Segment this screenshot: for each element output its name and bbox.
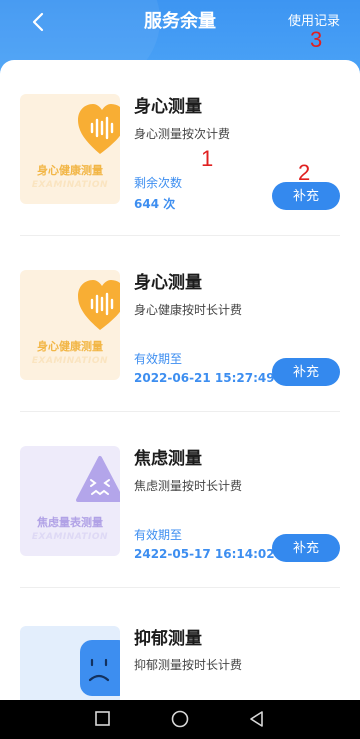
service-item: 身心健康测量 EXAMINATION 身心测量 身心健康按时长计费 有效期至 2… [0,236,360,412]
thumbnail-subtitle: EXAMINATION [31,356,109,366]
annotation-3: 3 [310,27,323,52]
thumbnail-subtitle: EXAMINATION [31,180,109,190]
replenish-button[interactable]: 补充 [272,182,340,210]
thumbnail-caption: 身心健康测量 [37,164,103,177]
recent-apps-icon[interactable] [92,708,114,730]
sound-wave-heart-icon [78,104,120,154]
service-description: 身心测量按次计费 [134,127,231,141]
annotation-1: 1 [201,146,214,171]
sound-wave-heart-icon [78,280,120,330]
field-value: 2422-05-17 16:14:02 [134,547,275,561]
service-item: 身心健康测量 EXAMINATION 身心测量 身心测量按次计费 剩余次数 64… [0,60,360,236]
thumbnail-subtitle: EXAMINATION [31,532,109,542]
home-icon[interactable] [169,708,191,730]
service-title: 抑郁测量 [134,629,202,649]
triangle-face-icon [76,456,120,502]
replenish-button[interactable]: 补充 [272,534,340,562]
field-label: 剩余次数 [134,176,183,190]
field-label: 有效期至 [134,528,183,542]
service-thumbnail: 身心健康测量 EXAMINATION [20,270,120,380]
thumbnail-caption: 身心健康测量 [37,340,103,353]
service-thumbnail: 焦虑量表测量 EXAMINATION [20,446,120,556]
annotation-2: 2 [298,160,311,185]
service-description: 焦虑测量按时长计费 [134,479,243,493]
sad-face-icon [80,640,120,696]
service-thumbnail [20,626,120,700]
field-label: 有效期至 [134,352,183,366]
service-title: 身心测量 [134,97,202,117]
service-title: 身心测量 [134,273,202,293]
back-icon[interactable] [246,708,268,730]
system-nav-bar [0,700,360,739]
replenish-button[interactable]: 补充 [272,358,340,386]
service-description: 身心健康按时长计费 [134,303,243,317]
service-description: 抑郁测量按时长计费 [134,658,243,672]
field-value: 644 次 [134,197,176,211]
service-list: 身心健康测量 EXAMINATION 身心测量 身心测量按次计费 剩余次数 64… [0,60,360,700]
service-item: 抑郁测量 抑郁测量按时长计费 [0,588,360,700]
service-thumbnail: 身心健康测量 EXAMINATION [20,94,120,204]
thumbnail-caption: 焦虑量表测量 [37,516,103,529]
field-value: 2022-06-21 15:27:49 [134,371,275,385]
service-title: 焦虑测量 [134,449,202,469]
service-item: 焦虑量表测量 EXAMINATION 焦虑测量 焦虑测量按时长计费 有效期至 2… [0,412,360,588]
